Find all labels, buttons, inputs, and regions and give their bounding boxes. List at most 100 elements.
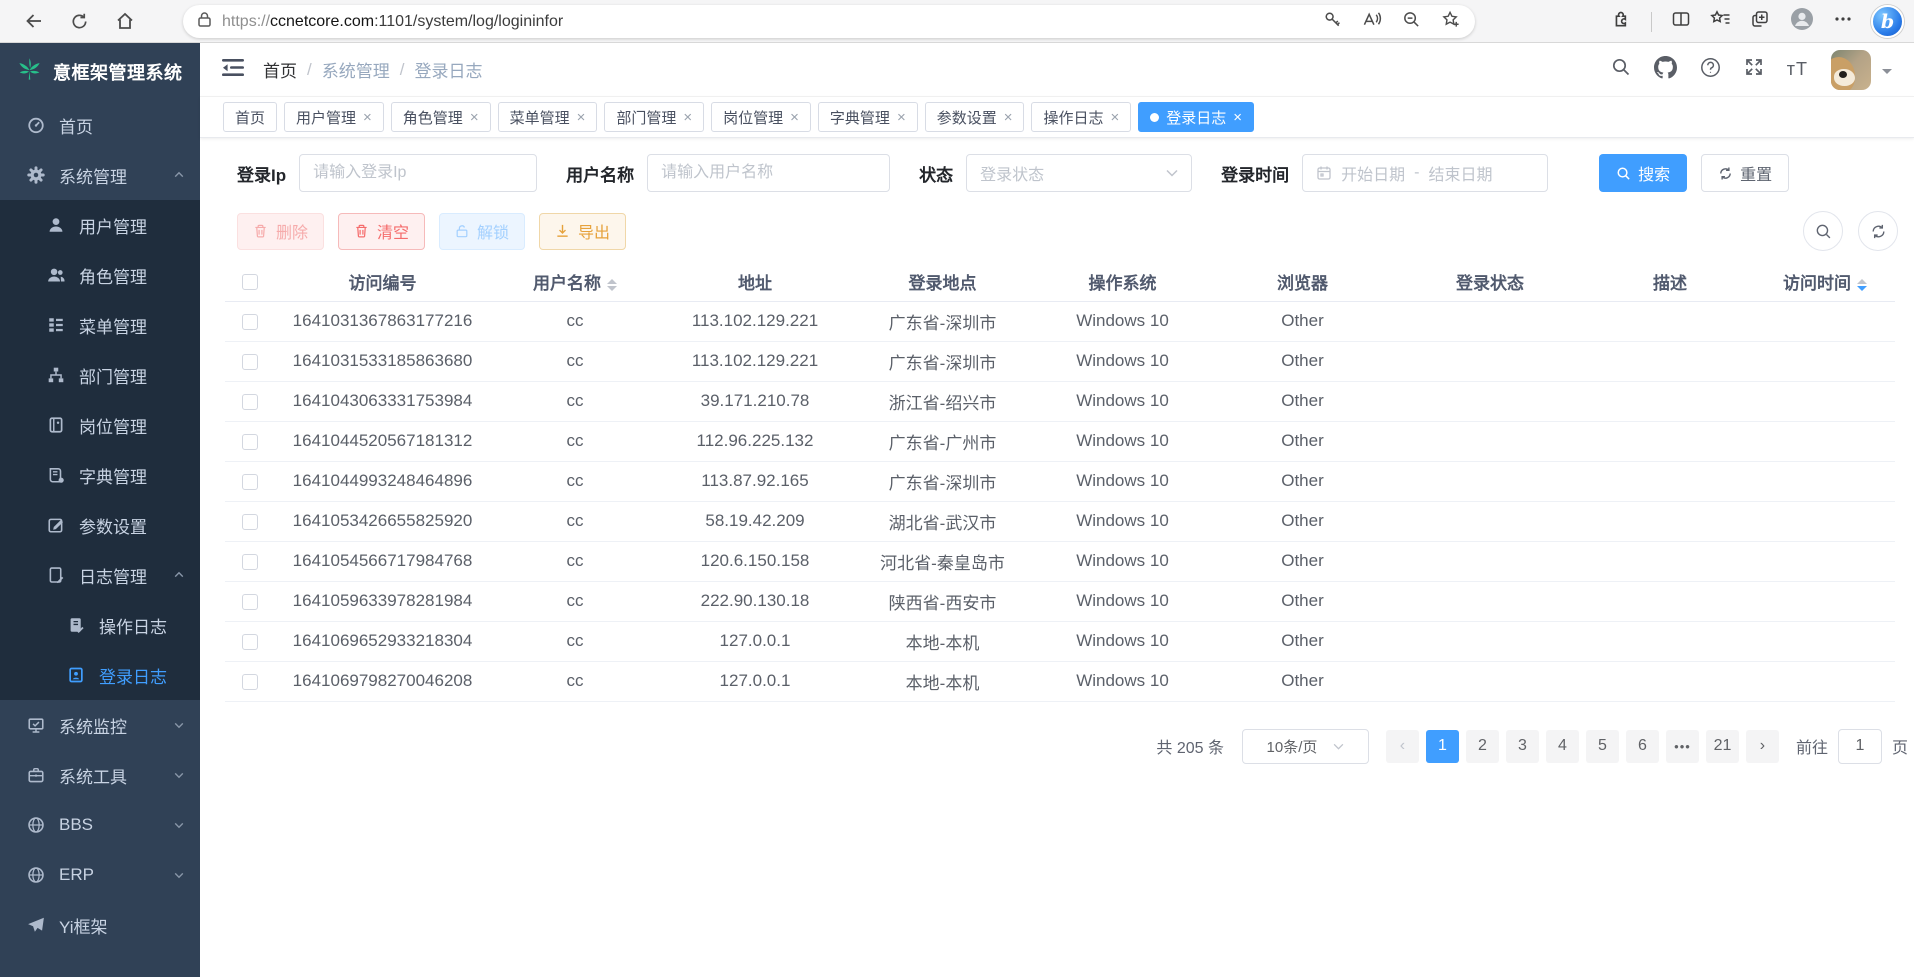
help-icon[interactable] — [1700, 57, 1721, 83]
row-checkbox[interactable] — [242, 474, 258, 490]
address-bar[interactable]: https://ccnetcore.com:1101/system/log/lo… — [183, 5, 1475, 38]
sidebar-item-system-monitor[interactable]: 系统监控 — [0, 700, 200, 750]
pager-ellipsis[interactable]: ••• — [1666, 730, 1699, 763]
clear-button[interactable]: 清空 — [338, 213, 425, 250]
search-button[interactable]: 搜索 — [1599, 154, 1687, 192]
sidebar-item-dept-management[interactable]: 部门管理 — [0, 350, 200, 400]
row-checkbox[interactable] — [242, 354, 258, 370]
close-tab-icon[interactable]: × — [577, 109, 586, 126]
sidebar-item-role-management[interactable]: 角色管理 — [0, 250, 200, 300]
collections-icon[interactable] — [1750, 9, 1770, 34]
split-screen-icon[interactable] — [1671, 9, 1691, 34]
sidebar-item-erp[interactable]: ERP — [0, 850, 200, 900]
column-header[interactable]: 访问时间 — [1755, 267, 1895, 301]
browser-refresh-icon[interactable] — [70, 12, 89, 31]
toggle-search-button[interactable] — [1803, 211, 1843, 251]
close-tab-icon[interactable]: × — [683, 109, 692, 126]
sidebar-item-yi-framework[interactable]: Yi框架 — [0, 900, 200, 950]
sidebar-item-post-management[interactable]: 岗位管理 — [0, 400, 200, 450]
sort-carets-icon[interactable] — [1857, 279, 1867, 291]
sidebar-collapse-icon[interactable] — [222, 58, 244, 82]
row-checkbox[interactable] — [242, 594, 258, 610]
tab-5[interactable]: 岗位管理× — [711, 102, 811, 132]
next-page-button[interactable]: › — [1746, 730, 1779, 763]
sidebar-item-user-management[interactable]: 用户管理 — [0, 200, 200, 250]
row-checkbox[interactable] — [242, 634, 258, 650]
page-size-select[interactable]: 10条/页 — [1242, 729, 1369, 764]
sort-carets-icon[interactable] — [607, 279, 617, 291]
tab-6[interactable]: 字典管理× — [818, 102, 918, 132]
tab-3[interactable]: 菜单管理× — [498, 102, 598, 132]
user-name-input[interactable] — [647, 154, 890, 192]
tab-2[interactable]: 角色管理× — [391, 102, 491, 132]
goto-page-input[interactable] — [1838, 729, 1882, 764]
tab-1[interactable]: 用户管理× — [284, 102, 384, 132]
sidebar-item-bbs[interactable]: BBS — [0, 800, 200, 850]
row-checkbox[interactable] — [242, 514, 258, 530]
close-tab-icon[interactable]: × — [470, 109, 479, 126]
prev-page-button[interactable]: ‹ — [1386, 730, 1419, 763]
row-checkbox[interactable] — [242, 554, 258, 570]
zoom-out-icon[interactable] — [1402, 10, 1421, 34]
refresh-table-button[interactable] — [1858, 211, 1898, 251]
page-button-1[interactable]: 1 — [1426, 730, 1459, 763]
row-checkbox[interactable] — [242, 434, 258, 450]
export-button[interactable]: 导出 — [539, 213, 626, 250]
page-button-4[interactable]: 4 — [1546, 730, 1579, 763]
table-cell — [1395, 461, 1585, 501]
browser-profile-icon[interactable] — [1789, 6, 1815, 37]
sidebar-item-login-log[interactable]: 登录日志 — [0, 650, 200, 700]
sidebar-item-param-settings[interactable]: 参数设置 — [0, 500, 200, 550]
header-search-icon[interactable] — [1611, 57, 1631, 82]
login-ip-input[interactable] — [299, 154, 537, 192]
close-tab-icon[interactable]: × — [790, 109, 799, 126]
tab-9[interactable]: 登录日志× — [1138, 102, 1254, 132]
read-aloud-icon[interactable] — [1362, 10, 1382, 34]
avatar-dropdown-icon[interactable] — [1882, 69, 1892, 79]
close-tab-icon[interactable]: × — [363, 109, 372, 126]
row-checkbox[interactable] — [242, 314, 258, 330]
github-icon[interactable] — [1654, 56, 1677, 84]
unlock-button[interactable]: 解锁 — [439, 213, 525, 250]
close-tab-icon[interactable]: × — [897, 109, 906, 126]
password-key-icon[interactable] — [1323, 10, 1342, 34]
page-button-6[interactable]: 6 — [1626, 730, 1659, 763]
breadcrumb-home[interactable]: 首页 — [263, 57, 297, 82]
browser-menu-icon[interactable] — [1834, 10, 1852, 33]
browser-home-icon[interactable] — [115, 11, 135, 31]
sidebar-item-operation-log[interactable]: 操作日志 — [0, 600, 200, 650]
sidebar-item-dict-management[interactable]: 字典管理 — [0, 450, 200, 500]
column-header[interactable]: 用户名称 — [490, 267, 660, 301]
sidebar-item-home[interactable]: 首页 — [0, 100, 200, 150]
close-tab-icon[interactable]: × — [1004, 109, 1013, 126]
reset-button[interactable]: 重置 — [1701, 154, 1789, 192]
date-range-picker[interactable]: 开始日期 - 结束日期 — [1302, 154, 1548, 192]
extensions-icon[interactable] — [1612, 9, 1632, 34]
browser-back-icon[interactable] — [24, 11, 44, 31]
sidebar-item-system-tools[interactable]: 系统工具 — [0, 750, 200, 800]
close-tab-icon[interactable]: × — [1233, 109, 1242, 126]
favorite-star-icon[interactable] — [1441, 10, 1461, 34]
row-checkbox[interactable] — [242, 674, 258, 690]
row-checkbox[interactable] — [242, 394, 258, 410]
page-button-21[interactable]: 21 — [1706, 730, 1739, 763]
select-all-checkbox[interactable] — [242, 274, 258, 290]
tab-8[interactable]: 操作日志× — [1031, 102, 1131, 132]
sidebar-item-menu-management[interactable]: 菜单管理 — [0, 300, 200, 350]
tab-7[interactable]: 参数设置× — [925, 102, 1025, 132]
tab-4[interactable]: 部门管理× — [604, 102, 704, 132]
font-size-icon[interactable]: тT — [1787, 59, 1808, 80]
page-button-3[interactable]: 3 — [1506, 730, 1539, 763]
avatar[interactable] — [1831, 50, 1871, 90]
page-button-5[interactable]: 5 — [1586, 730, 1619, 763]
tab-home[interactable]: 首页 — [223, 102, 277, 132]
close-tab-icon[interactable]: × — [1111, 109, 1120, 126]
delete-button[interactable]: 删除 — [237, 213, 324, 250]
sidebar-item-system-management[interactable]: 系统管理 — [0, 150, 200, 200]
copilot-icon[interactable]: b — [1871, 5, 1904, 38]
fullscreen-icon[interactable] — [1744, 57, 1764, 82]
sidebar-item-log-management[interactable]: 日志管理 — [0, 550, 200, 600]
page-button-2[interactable]: 2 — [1466, 730, 1499, 763]
favorites-list-icon[interactable] — [1710, 9, 1731, 34]
status-select[interactable]: 登录状态 — [966, 154, 1192, 192]
